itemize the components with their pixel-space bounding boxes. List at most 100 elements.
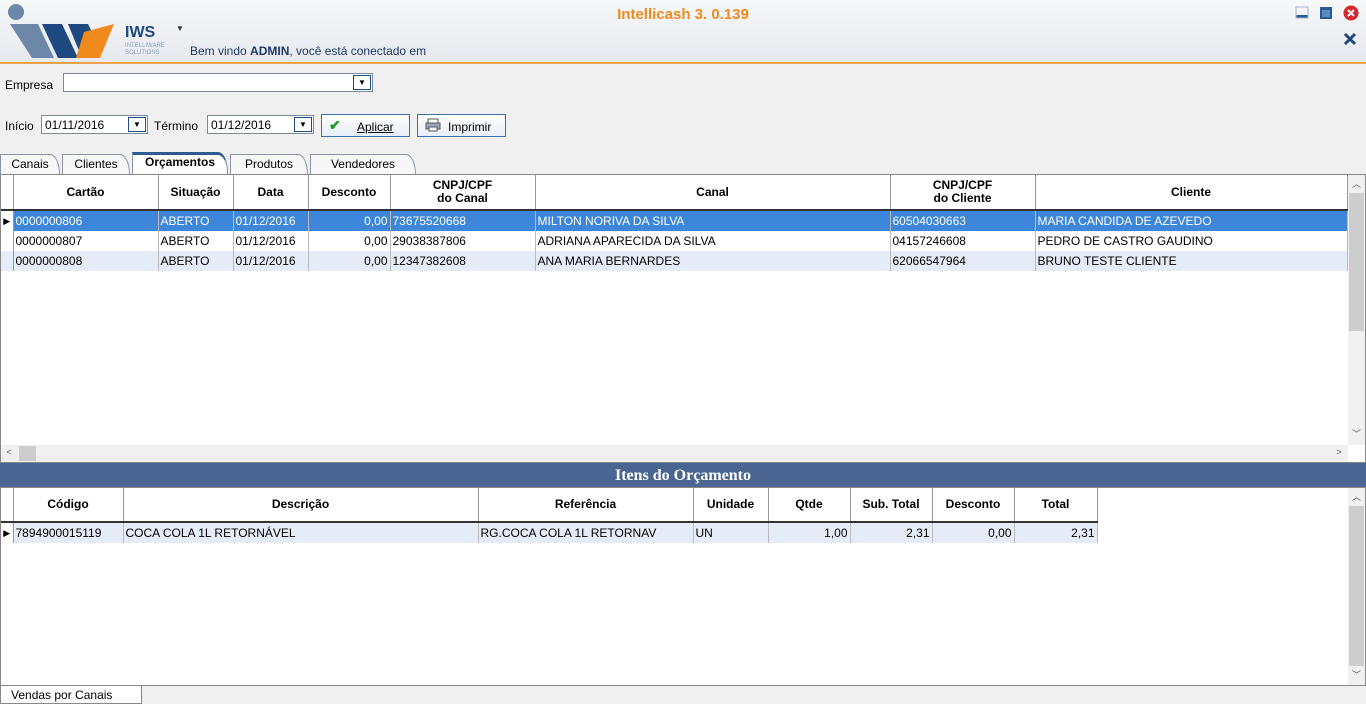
- scroll-right-icon[interactable]: >: [1333, 447, 1345, 457]
- check-icon: ✔: [329, 117, 341, 133]
- scroll-up-icon[interactable]: ︿: [1348, 177, 1365, 190]
- aplicar-label: Aplicar: [357, 120, 394, 134]
- itens-section-title: Itens do Orçamento: [0, 463, 1366, 487]
- tab-canais[interactable]: Canais: [0, 154, 60, 174]
- cell-cliente[interactable]: BRUNO TESTE CLIENTE: [1035, 251, 1348, 271]
- orcamentos-header-row: Cartão Situação Data Desconto CNPJ/CPF d…: [1, 175, 1348, 211]
- col-cnpj-canal[interactable]: CNPJ/CPF do Canal: [390, 175, 536, 211]
- cell-data[interactable]: 01/12/2016: [233, 231, 309, 251]
- cell-cartao[interactable]: 0000000806: [13, 210, 159, 231]
- cell-cartao[interactable]: 0000000808: [13, 251, 159, 271]
- scroll-down-icon[interactable]: ﹀: [1348, 668, 1365, 681]
- tab-vendedores[interactable]: Vendedores: [310, 154, 416, 174]
- empresa-select[interactable]: ▼: [63, 73, 373, 92]
- app-title: Intellicash 3. 0.139: [617, 6, 749, 23]
- tab-clientes[interactable]: Clientes: [62, 154, 130, 174]
- col-cartao[interactable]: Cartão: [13, 175, 159, 211]
- close-form-icon[interactable]: [1343, 32, 1357, 46]
- col-cliente[interactable]: Cliente: [1035, 175, 1348, 211]
- cell-cnpj-cliente[interactable]: 62066547964: [890, 251, 1036, 271]
- chevron-down-icon[interactable]: ▼: [353, 75, 371, 90]
- termino-date-picker[interactable]: 01/12/2016 ▼: [207, 115, 314, 134]
- scroll-up-icon[interactable]: ︿: [1348, 490, 1365, 503]
- tab-vendas-por-canais[interactable]: Vendas por Canais: [0, 686, 142, 704]
- col-cnpj-cliente[interactable]: CNPJ/CPF do Cliente: [890, 175, 1036, 211]
- chevron-down-icon[interactable]: ▼: [128, 117, 146, 132]
- maximize-icon[interactable]: [1319, 6, 1333, 20]
- col-data[interactable]: Data: [233, 175, 309, 211]
- scroll-down-icon[interactable]: ﹀: [1348, 427, 1365, 440]
- scroll-thumb[interactable]: [19, 446, 36, 461]
- cell-qtde[interactable]: 1,00: [768, 522, 851, 543]
- vendas-por-canais-label: Vendas por Canais: [11, 688, 113, 702]
- cell-situacao[interactable]: ABERTO: [158, 231, 234, 251]
- table-row[interactable]: 0000000807 ABERTO 01/12/2016 0,00 290383…: [1, 231, 1348, 251]
- minimize-icon[interactable]: [1295, 6, 1309, 20]
- cell-canal[interactable]: MILTON NORIVA DA SILVA: [535, 210, 891, 231]
- col-qtde[interactable]: Qtde: [768, 488, 851, 523]
- col-referencia[interactable]: Referência: [478, 488, 694, 523]
- cell-cnpj-canal[interactable]: 29038387806: [390, 231, 536, 251]
- cell-cnpj-cliente[interactable]: 04157246608: [890, 231, 1036, 251]
- orcamentos-horizontal-scrollbar[interactable]: < >: [1, 445, 1348, 462]
- logo-menu-caret-icon[interactable]: ▼: [176, 24, 184, 33]
- close-icon[interactable]: [1343, 5, 1359, 21]
- cell-codigo[interactable]: 7894900015119: [13, 522, 124, 543]
- cell-desconto[interactable]: 0,00: [308, 251, 391, 271]
- tab-orcamentos[interactable]: Orçamentos: [132, 152, 228, 174]
- col-desconto[interactable]: Desconto: [308, 175, 391, 211]
- cell-cartao[interactable]: 0000000807: [13, 231, 159, 251]
- cell-cnpj-cliente[interactable]: 60504030663: [890, 210, 1036, 231]
- cell-situacao[interactable]: ABERTO: [158, 251, 234, 271]
- inicio-date-picker[interactable]: 01/11/2016 ▼: [41, 115, 148, 134]
- table-row[interactable]: ▶ 7894900015119 COCA COLA 1L RETORNÁVEL …: [1, 522, 1098, 543]
- cell-cliente[interactable]: PEDRO DE CASTRO GAUDINO: [1035, 231, 1348, 251]
- table-row[interactable]: ▶ 0000000806 ABERTO 01/12/2016 0,00 7367…: [1, 210, 1348, 231]
- cell-desconto[interactable]: 0,00: [932, 522, 1015, 543]
- welcome-prefix: Bem vindo: [190, 44, 251, 58]
- cell-unidade[interactable]: UN: [693, 522, 769, 543]
- col-desconto[interactable]: Desconto: [932, 488, 1015, 523]
- cell-data[interactable]: 01/12/2016: [233, 251, 309, 271]
- imprimir-button[interactable]: Imprimir: [417, 114, 506, 137]
- col-total[interactable]: Total: [1014, 488, 1098, 523]
- cell-cnpj-canal[interactable]: 12347382608: [390, 251, 536, 271]
- printer-icon: [425, 118, 441, 134]
- aplicar-button[interactable]: ✔ Aplicar: [321, 114, 410, 137]
- cell-desconto[interactable]: 0,00: [308, 231, 391, 251]
- cell-total[interactable]: 2,31: [1014, 522, 1098, 543]
- chevron-down-icon[interactable]: ▼: [294, 117, 312, 132]
- col-subtotal[interactable]: Sub. Total: [850, 488, 933, 523]
- tab-produtos[interactable]: Produtos: [230, 154, 308, 174]
- orcamentos-table: Cartão Situação Data Desconto CNPJ/CPF d…: [1, 175, 1348, 271]
- col-codigo[interactable]: Código: [13, 488, 124, 523]
- cell-descricao[interactable]: COCA COLA 1L RETORNÁVEL: [123, 522, 479, 543]
- cell-data[interactable]: 01/12/2016: [233, 210, 309, 231]
- cell-cliente[interactable]: MARIA CANDIDA DE AZEVEDO: [1035, 210, 1348, 231]
- cell-canal[interactable]: ADRIANA APARECIDA DA SILVA: [535, 231, 891, 251]
- cell-canal[interactable]: ANA MARIA BERNARDES: [535, 251, 891, 271]
- scroll-thumb[interactable]: [1349, 193, 1364, 331]
- col-situacao[interactable]: Situação: [158, 175, 234, 211]
- scroll-left-icon[interactable]: <: [3, 447, 15, 457]
- termino-value: 01/12/2016: [211, 118, 272, 132]
- cell-desconto[interactable]: 0,00: [308, 210, 391, 231]
- cell-subtotal[interactable]: 2,31: [850, 522, 933, 543]
- itens-vertical-scrollbar[interactable]: ︿ ﹀: [1348, 488, 1365, 685]
- app-header: IWS INTELLIWARE SOLUTIONS ▼ Intellicash …: [0, 0, 1366, 64]
- orcamentos-vertical-scrollbar[interactable]: ︿ ﹀: [1348, 175, 1365, 445]
- inicio-label: Início: [5, 119, 34, 133]
- col-descricao[interactable]: Descrição: [123, 488, 479, 523]
- cell-referencia[interactable]: RG.COCA COLA 1L RETORNAV: [478, 522, 694, 543]
- itens-header-row: Código Descrição Referência Unidade Qtde…: [1, 488, 1098, 523]
- logo-subtitle: INTELLIWARE SOLUTIONS: [125, 43, 165, 56]
- table-row[interactable]: 0000000808 ABERTO 01/12/2016 0,00 123473…: [1, 251, 1348, 271]
- cell-cnpj-canal[interactable]: 73675520668: [390, 210, 536, 231]
- termino-label: Término: [154, 119, 199, 133]
- col-canal[interactable]: Canal: [535, 175, 891, 211]
- scroll-thumb[interactable]: [1349, 506, 1364, 666]
- empresa-label: Empresa: [5, 78, 54, 92]
- col-unidade[interactable]: Unidade: [693, 488, 769, 523]
- cell-situacao[interactable]: ABERTO: [158, 210, 234, 231]
- imprimir-label: Imprimir: [448, 120, 492, 134]
